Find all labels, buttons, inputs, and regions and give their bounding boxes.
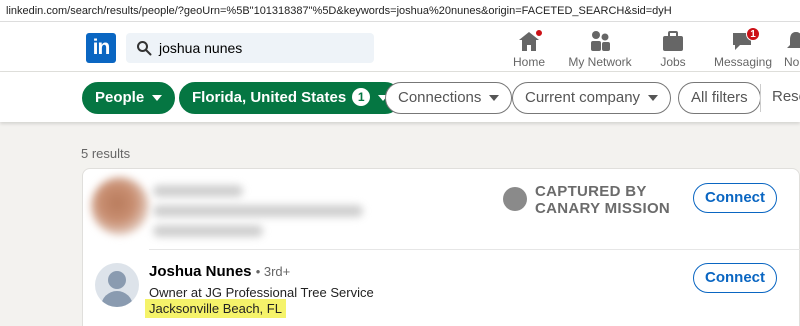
result-name-link[interactable]: Joshua Nunes • 3rd+ <box>149 263 290 280</box>
nav-network-label: My Network <box>568 55 632 69</box>
messaging-icon: 1 <box>730 27 760 52</box>
filter-location-button[interactable]: Florida, United States 1 <box>179 82 402 114</box>
notifications-icon <box>784 30 800 52</box>
avatar-placeholder-body <box>101 291 133 307</box>
result-location: Jacksonville Beach, FL <box>145 299 286 318</box>
browser-url-bar[interactable]: linkedin.com/search/results/people/?geoU… <box>0 0 800 22</box>
blurred-location <box>153 225 263 237</box>
home-icon <box>517 28 544 52</box>
linkedin-logo[interactable]: in <box>86 33 116 63</box>
avatar-placeholder-icon <box>108 271 126 289</box>
search-icon <box>137 41 152 56</box>
reset-button[interactable]: Rese <box>772 88 800 105</box>
nav-notifications[interactable]: No <box>784 30 800 70</box>
search-filter-bar: People Florida, United States 1 Connectio… <box>0 72 800 122</box>
blurred-headline <box>153 205 363 217</box>
results-card: CAPTURED BY CANARY MISSION Connect Joshu… <box>82 168 800 326</box>
search-box[interactable]: joshua nunes <box>126 33 374 63</box>
filter-people-label: People <box>95 89 145 106</box>
watermark-line-1: CAPTURED BY <box>535 183 647 200</box>
nav-notifications-label: No <box>784 55 800 69</box>
filter-connections-label: Connections <box>398 89 482 106</box>
all-filters-label: All filters <box>691 89 748 106</box>
results-count: 5 results <box>81 146 131 161</box>
filter-people-button[interactable]: People <box>82 82 176 114</box>
messaging-badge: 1 <box>746 27 760 41</box>
nav-home[interactable]: Home <box>510 28 548 70</box>
search-input[interactable]: joshua nunes <box>159 40 242 56</box>
watermark-text: CAPTURED BY CANARY MISSION <box>535 183 670 217</box>
chevron-down-icon <box>648 95 659 102</box>
avatar[interactable] <box>95 263 139 307</box>
blurred-name <box>153 185 243 197</box>
all-filters-button[interactable]: All filters <box>678 82 761 114</box>
nav-messaging-label: Messaging <box>714 55 773 69</box>
result-row-redacted[interactable]: CAPTURED BY CANARY MISSION Connect <box>83 169 800 249</box>
connection-degree: • 3rd+ <box>255 264 291 279</box>
canary-mission-logo-icon <box>503 187 527 211</box>
filter-current-company-button[interactable]: Current company <box>512 82 672 114</box>
nav-jobs-label: Jobs <box>660 55 686 69</box>
chevron-down-icon <box>489 95 500 102</box>
filter-connections-button[interactable]: Connections <box>385 82 513 114</box>
nav-home-label: Home <box>512 55 545 69</box>
result-headline: Owner at JG Professional Tree Service <box>149 285 374 300</box>
filter-divider <box>760 84 761 112</box>
blurred-avatar <box>91 177 149 235</box>
jobs-icon <box>661 30 685 52</box>
connect-button[interactable]: Connect <box>693 263 777 293</box>
network-icon <box>588 30 612 52</box>
canary-mission-watermark: CAPTURED BY CANARY MISSION <box>503 183 673 217</box>
connect-button[interactable]: Connect <box>693 183 777 213</box>
top-navbar: in joshua nunes Home My Network Jobs 1 M… <box>0 22 800 72</box>
home-notification-dot <box>534 28 544 38</box>
chevron-down-icon <box>152 95 163 102</box>
result-name[interactable]: Joshua Nunes <box>149 263 252 280</box>
watermark-line-2: CANARY MISSION <box>535 200 671 217</box>
filter-location-label: Florida, United States <box>192 89 347 106</box>
nav-messaging[interactable]: 1 Messaging <box>714 27 773 70</box>
nav-jobs[interactable]: Jobs <box>656 30 690 70</box>
filter-current-company-label: Current company <box>525 89 641 106</box>
nav-my-network[interactable]: My Network <box>568 30 632 70</box>
filter-count-badge: 1 <box>352 88 371 106</box>
